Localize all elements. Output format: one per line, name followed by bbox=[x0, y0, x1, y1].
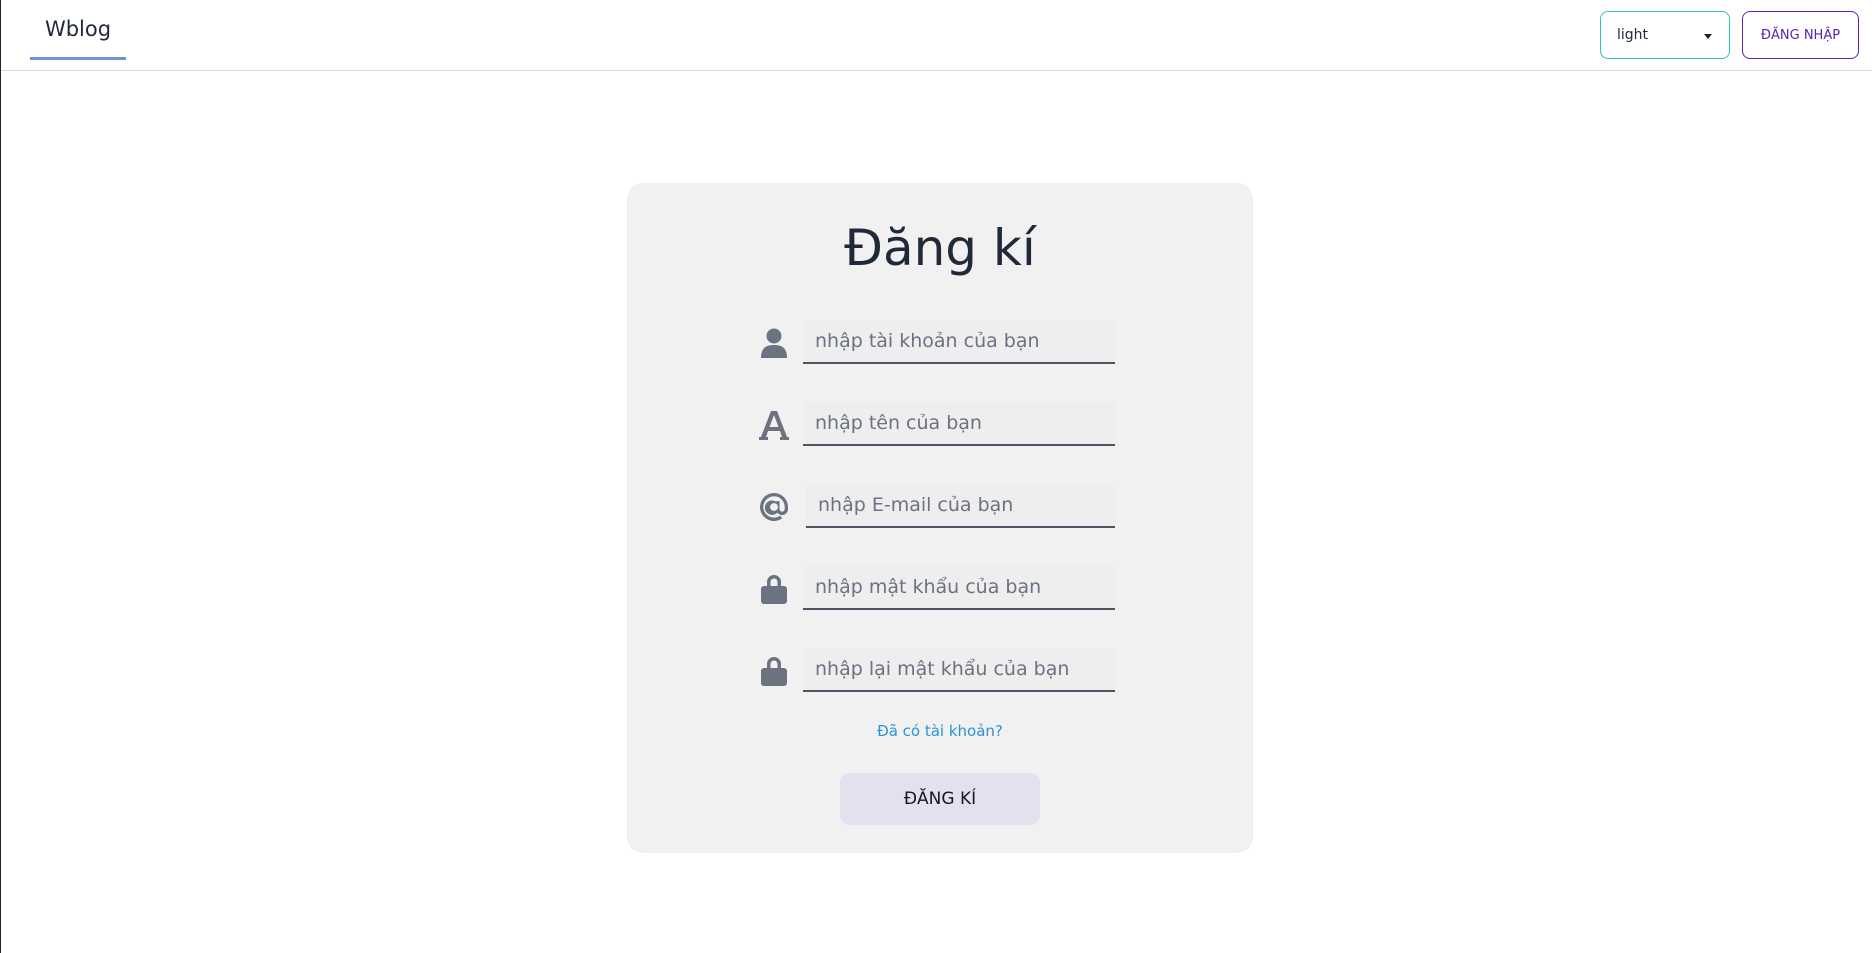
brand-tab[interactable]: Wblog bbox=[30, 0, 126, 60]
confirm-password-field bbox=[757, 648, 1127, 694]
navbar: Wblog light ĐĂNG NHẬP bbox=[1, 0, 1872, 71]
login-button-label: ĐĂNG NHẬP bbox=[1760, 27, 1841, 43]
name-input-wrap bbox=[803, 402, 1115, 446]
at-icon bbox=[757, 490, 791, 524]
password-field bbox=[757, 566, 1127, 612]
page-title: Đăng kí bbox=[844, 219, 1036, 277]
name-input[interactable] bbox=[803, 402, 1115, 444]
lock-icon bbox=[757, 572, 791, 606]
username-input[interactable] bbox=[803, 320, 1115, 362]
name-field bbox=[757, 402, 1127, 448]
login-button[interactable]: ĐĂNG NHẬP bbox=[1742, 11, 1859, 59]
username-input-wrap bbox=[803, 320, 1115, 364]
confirm-password-input-wrap bbox=[803, 648, 1115, 692]
username-field bbox=[757, 320, 1127, 366]
brand-label: Wblog bbox=[44, 16, 112, 41]
email-field bbox=[757, 484, 1127, 530]
lock-icon bbox=[757, 654, 791, 688]
password-input-wrap bbox=[803, 566, 1115, 610]
register-button-label: ĐĂNG KÍ bbox=[903, 789, 977, 809]
confirm-password-input[interactable] bbox=[803, 648, 1115, 690]
have-account-link[interactable]: Đã có tài khoản? bbox=[627, 722, 1253, 740]
user-icon bbox=[757, 326, 791, 360]
register-card: Đăng kí nhập tài khoản của bạn nhập tên … bbox=[627, 183, 1253, 853]
theme-select-value: light bbox=[1617, 27, 1649, 43]
font-icon bbox=[757, 408, 791, 442]
email-input-wrap bbox=[806, 484, 1115, 528]
password-input[interactable] bbox=[803, 566, 1115, 608]
email-input[interactable] bbox=[806, 484, 1115, 526]
caret-down-icon bbox=[1704, 34, 1712, 39]
register-button[interactable]: ĐĂNG KÍ bbox=[840, 773, 1040, 825]
theme-select[interactable]: light bbox=[1600, 11, 1730, 59]
